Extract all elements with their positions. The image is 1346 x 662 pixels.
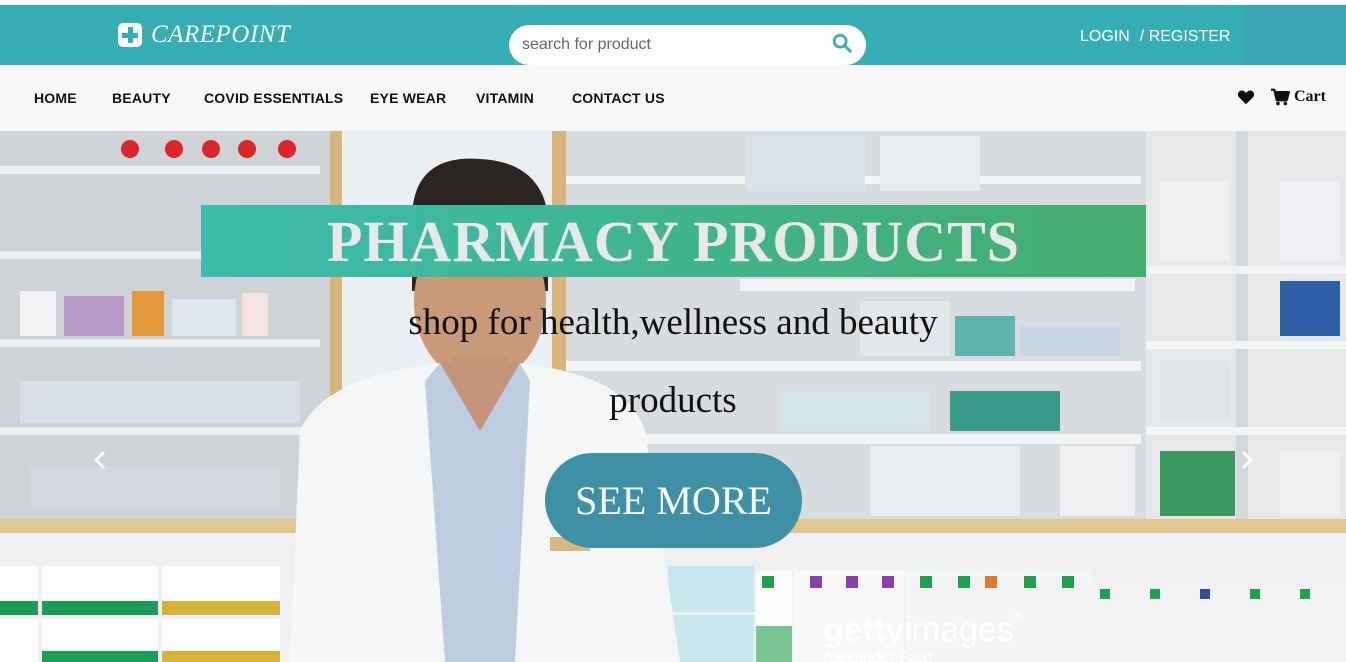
register-link[interactable]: / REGISTER: [1140, 28, 1231, 46]
hero-subtitle-line-2: products: [609, 380, 737, 421]
search-bar: [509, 25, 866, 65]
auth-links: LOGIN / REGISTER: [1080, 28, 1230, 46]
nav-item-home[interactable]: HOME: [34, 90, 77, 106]
hero-title-banner: PHARMACY PRODUCTS: [201, 205, 1146, 277]
search-icon[interactable]: [831, 32, 853, 54]
search-input[interactable]: [522, 32, 822, 58]
hero-carousel: PHARMACY PRODUCTS shop for health,wellne…: [0, 131, 1346, 662]
nav-item-covid-essentials[interactable]: COVID ESSENTIALS: [204, 90, 343, 106]
watermark-brand-bold: getty: [823, 611, 905, 649]
site-header: CAREPOINT LOGIN / REGISTER: [0, 5, 1346, 65]
cart-label: Cart: [1294, 88, 1326, 105]
cart-button[interactable]: Cart: [1270, 88, 1326, 106]
nav-item-vitamin[interactable]: VITAMIN: [476, 90, 534, 106]
brand-name: CAREPOINT: [151, 21, 291, 48]
chevron-right-icon[interactable]: [1237, 449, 1257, 471]
nav-item-contact-us[interactable]: CONTACT US: [572, 90, 665, 106]
hero-subtitle-line-1: shop for health,wellness and beauty: [408, 302, 938, 343]
nav-item-eye-wear[interactable]: EYE WEAR: [370, 90, 446, 106]
header-shade: [1244, 5, 1346, 65]
plus-square-icon: [118, 23, 142, 47]
watermark-credit: Alexander Ford: [823, 649, 933, 662]
watermark-brand-light: images: [904, 611, 1014, 649]
see-more-button[interactable]: SEE MORE: [545, 453, 802, 548]
hero-title: PHARMACY PRODUCTS: [326, 208, 1021, 274]
login-link[interactable]: LOGIN: [1080, 28, 1130, 46]
cart-icon: [1271, 88, 1290, 106]
nav-item-beauty[interactable]: BEAUTY: [112, 90, 171, 106]
brand-logo[interactable]: CAREPOINT: [118, 21, 290, 49]
watermark-logo: gettyimages®: [823, 611, 1022, 649]
main-nav: HOME BEAUTY COVID ESSENTIALS EYE WEAR VI…: [0, 65, 1346, 131]
heart-icon[interactable]: [1237, 89, 1255, 105]
chevron-left-icon[interactable]: [90, 449, 110, 471]
